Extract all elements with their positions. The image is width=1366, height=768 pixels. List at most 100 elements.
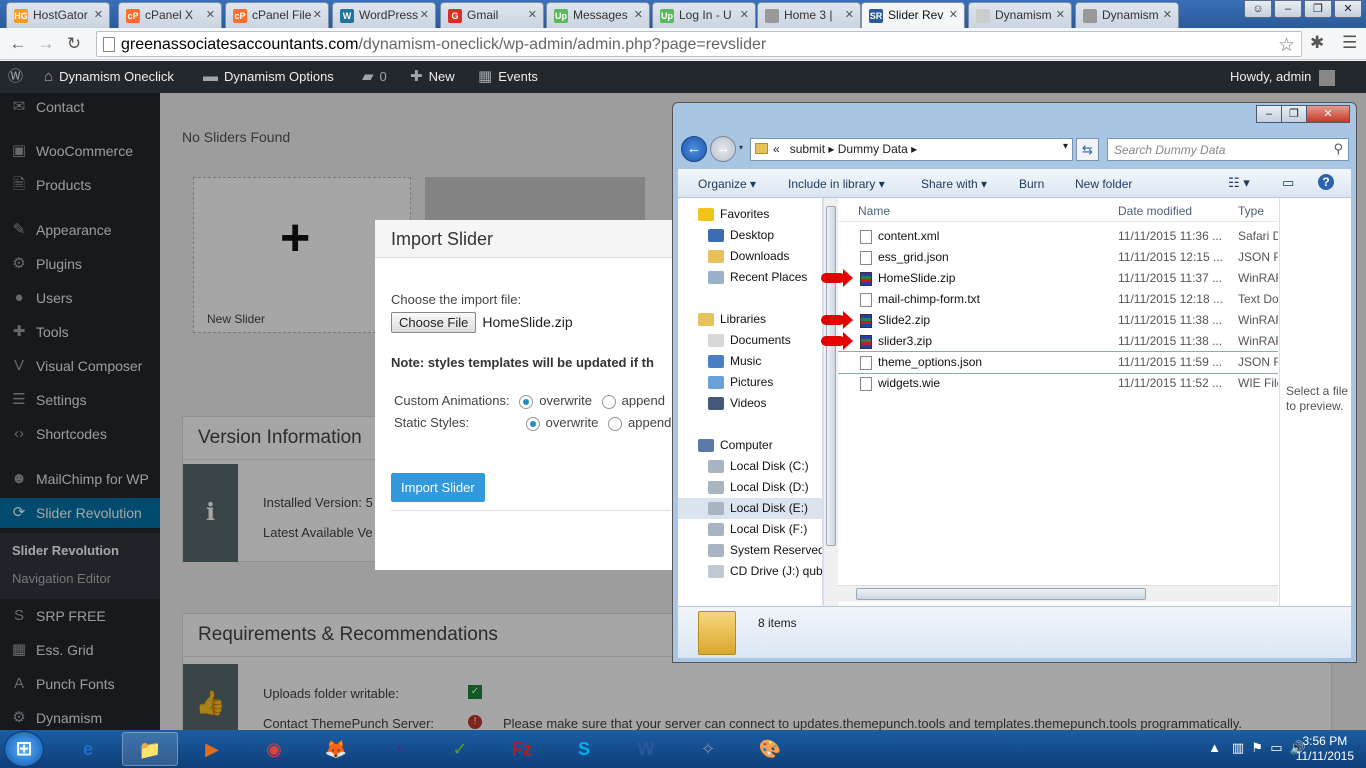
breadcrumb-dummy-data[interactable]: Dummy Data [838,142,908,156]
taskbar-app[interactable]: e [60,732,116,766]
nav-pane-item[interactable]: Local Disk (C:) [678,456,822,477]
taskbar-app[interactable]: W [618,732,674,766]
power-icon[interactable]: ▭ [1270,740,1282,755]
forward-arrow-icon[interactable]: → [710,136,736,162]
adminbar-site[interactable]: ⌂ Dynamism Oneclick [44,61,174,93]
hscroll-thumb[interactable] [856,588,1146,600]
nav-scrollbar-thumb[interactable] [826,206,836,546]
address-dropdown-icon[interactable]: ▾ [1063,141,1068,152]
tab-close-icon[interactable]: ✕ [528,8,537,21]
column-type[interactable]: Type [1238,204,1264,218]
browser-tab[interactable]: cP cPanel X ✕ [118,2,222,28]
nav-pane-item[interactable]: CD Drive (J:) qub [678,561,822,582]
nav-pane-item[interactable]: System Reserved [678,540,822,561]
tab-close-icon[interactable]: ✕ [1056,8,1065,21]
file-row[interactable]: Slide2.zip 11/11/2015 11:38 ... WinRAR [838,310,1278,331]
nav-pane-item[interactable]: Desktop [678,225,822,246]
tab-close-icon[interactable]: ✕ [845,8,854,21]
organize-menu[interactable]: Organize ▾ [698,177,756,191]
nav-pane-item[interactable]: Music [678,351,822,372]
reload-icon[interactable]: ↻ [64,34,84,54]
browser-tab[interactable]: Up Messages ✕ [546,2,650,28]
show-hidden-icons[interactable]: ▲ [1208,740,1221,755]
anim-overwrite-radio[interactable] [519,394,534,409]
taskbar-app[interactable]: 🦊 [308,732,364,766]
start-button[interactable]: ⊞ [4,731,44,767]
choose-file-button[interactable]: Choose File [391,312,477,333]
browser-tab[interactable]: Home 3 | ✕ [757,2,861,28]
new-folder-button[interactable]: New folder [1075,177,1132,191]
nav-pane-item[interactable]: Favorites [678,204,822,225]
nav-pane-item[interactable]: Local Disk (E:) [678,498,822,519]
share-with-menu[interactable]: Share with ▾ [921,177,987,191]
file-row[interactable]: widgets.wie 11/11/2015 11:52 ... WIE File [838,373,1278,394]
tab-close-icon[interactable]: ✕ [94,8,103,21]
taskbar-app[interactable]: ◉ [246,732,302,766]
help-icon[interactable]: ? [1318,174,1334,190]
nav-pane-item[interactable]: Computer [678,435,822,456]
taskbar-clock[interactable]: 3:56 PM 11/11/2015 [1296,734,1354,764]
maximize-button[interactable]: ❐ [1304,0,1332,18]
nav-pane-item[interactable]: Downloads [678,246,822,267]
maximize-button[interactable]: ❐ [1281,105,1307,123]
tab-close-icon[interactable]: ✕ [949,8,958,21]
nav-pane-item[interactable]: Pictures [678,372,822,393]
taskbar-app[interactable]: ✓ [432,732,488,766]
taskbar-app[interactable]: Fz [494,732,550,766]
browser-tab[interactable]: Dynamism ✕ [968,2,1072,28]
refresh-icon[interactable]: ⇆ [1076,138,1099,161]
action-center-icon[interactable]: ⚑ [1251,740,1263,755]
browser-tab[interactable]: cP cPanel File ✕ [225,2,329,28]
address-bar[interactable]: greenassociatesaccountants.com/dynamism-… [96,31,1302,57]
file-row[interactable]: content.xml 11/11/2015 11:36 ... Safari D [838,226,1278,247]
taskbar-app[interactable]: ◔ [370,732,426,766]
static-append-radio[interactable] [608,416,622,431]
nav-scrollbar[interactable] [823,198,838,606]
tab-close-icon[interactable]: ✕ [1163,8,1172,21]
extension-icon[interactable]: ✱ [1310,33,1324,53]
recent-dropdown-icon[interactable]: ▾ [739,143,743,152]
file-row[interactable]: slider3.zip 11/11/2015 11:38 ... WinRAR [838,331,1278,352]
browser-tab[interactable]: W WordPress ✕ [332,2,436,28]
tab-close-icon[interactable]: ✕ [313,8,322,21]
burn-button[interactable]: Burn [1019,177,1044,191]
taskbar-app[interactable]: 🎨 [742,732,798,766]
taskbar-app[interactable]: ✧ [680,732,736,766]
nav-pane-item[interactable]: Libraries [678,309,822,330]
static-overwrite-radio[interactable] [525,416,540,431]
tab-close-icon[interactable]: ✕ [634,8,643,21]
column-date-modified[interactable]: Date modified [1118,204,1192,218]
file-row[interactable]: ess_grid.json 11/11/2015 12:15 ... JSON Fi [838,247,1278,268]
nav-pane-item[interactable]: Documents [678,330,822,351]
back-arrow-icon[interactable]: ← [8,34,28,54]
browser-tab[interactable]: SR Slider Rev ✕ [861,2,965,29]
breadcrumb-submit[interactable]: submit [790,142,825,156]
file-row[interactable]: HomeSlide.zip 11/11/2015 11:37 ... WinRAR [838,268,1278,289]
column-name[interactable]: Name [858,204,890,218]
taskbar-app[interactable]: ▶ [184,732,240,766]
taskbar-app[interactable]: S [556,732,612,766]
menu-icon[interactable]: ☰ [1342,33,1357,53]
import-slider-button[interactable]: Import Slider [391,473,485,502]
explorer-search-input[interactable]: Search Dummy Data ⚲ [1107,138,1349,161]
minimize-button[interactable]: – [1274,0,1302,18]
user-icon[interactable]: ☺ [1244,0,1272,18]
nav-pane-item[interactable]: Local Disk (F:) [678,519,822,540]
wordpress-logo-icon[interactable]: Ⓦ [8,61,29,93]
nav-pane-item[interactable]: Videos [678,393,822,414]
adminbar-comments[interactable]: ▰ 0 [362,61,387,93]
nav-pane-item[interactable]: Local Disk (D:) [678,477,822,498]
close-button[interactable]: ✕ [1334,0,1362,18]
browser-tab[interactable]: G Gmail ✕ [440,2,544,28]
browser-tab[interactable]: Up Log In - U ✕ [652,2,756,28]
nav-pane-item[interactable]: Recent Places [678,267,822,288]
tab-close-icon[interactable]: ✕ [206,8,215,21]
close-button[interactable]: ✕ [1306,105,1350,123]
adminbar-howdy[interactable]: Howdy, admin [1230,61,1336,93]
minimize-button[interactable]: – [1256,105,1282,123]
file-row[interactable]: mail-chimp-form.txt 11/11/2015 12:18 ... T… [838,289,1278,310]
tab-close-icon[interactable]: ✕ [740,8,749,21]
explorer-address-bar[interactable]: « submit ▸ Dummy Data ▸ ▾ [750,138,1073,161]
browser-tab[interactable]: HG HostGator ✕ [6,2,110,28]
anim-append-radio[interactable] [601,394,616,409]
